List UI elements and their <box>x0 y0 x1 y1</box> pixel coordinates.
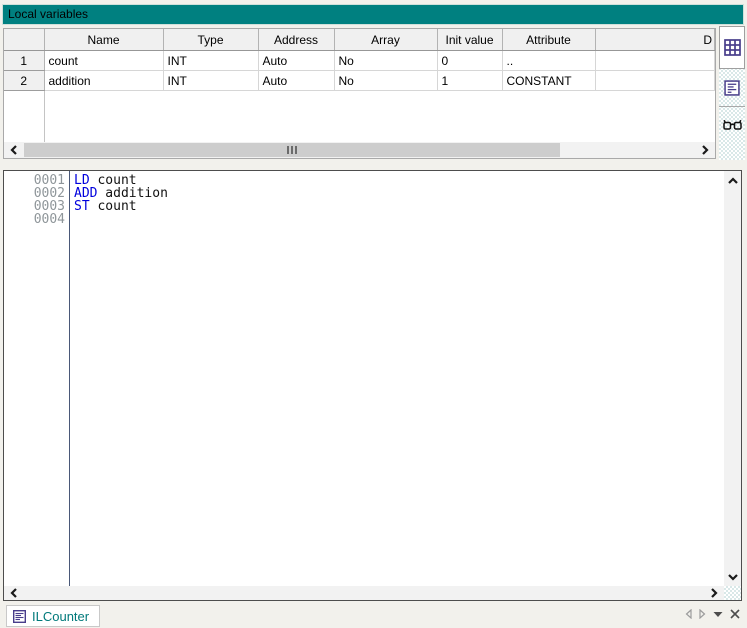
local-variables-titlebar[interactable]: Local variables <box>2 4 744 25</box>
cell-init-value[interactable]: 0 <box>437 51 502 71</box>
cell-attribute[interactable]: CONSTANT <box>502 71 595 91</box>
scroll-right-button[interactable] <box>706 585 722 601</box>
scroll-right-button[interactable] <box>697 142 713 158</box>
col-header-attribute[interactable]: Attribute <box>502 29 595 51</box>
triangle-down-icon <box>713 611 723 618</box>
line-number: 0004 <box>4 213 65 226</box>
document-lines-icon <box>724 80 740 96</box>
scroll-left-button[interactable] <box>6 585 22 601</box>
plc-ide-window: Local variables Name Type Address Array … <box>0 0 747 628</box>
cell-description[interactable] <box>595 71 715 91</box>
scroll-up-button[interactable] <box>724 173 741 188</box>
close-tab-button[interactable] <box>730 609 740 619</box>
titlebar-text: Local variables <box>8 7 88 21</box>
cell-name[interactable]: count <box>44 51 163 71</box>
code-line[interactable] <box>74 213 168 226</box>
table-row[interactable]: 1 count INT Auto No 0 .. <box>4 51 715 71</box>
il-code-editor[interactable]: 0001 0002 0003 0004 LDcount ADDaddition … <box>3 170 742 601</box>
comment-view-button[interactable] <box>719 72 745 104</box>
cell-name[interactable]: addition <box>44 71 163 91</box>
chevron-left-icon <box>10 145 18 155</box>
tab-scroll-left-button[interactable] <box>685 609 692 619</box>
binoculars-icon <box>723 119 742 131</box>
table-hscroll-thumb[interactable] <box>24 143 560 157</box>
row-number-cell[interactable]: 1 <box>4 51 44 71</box>
tab-ilcounter[interactable]: ILCounter <box>6 605 100 627</box>
triangle-right-icon <box>699 609 706 619</box>
close-icon <box>730 609 740 619</box>
table-header-row: Name Type Address Array Init value Attri… <box>4 29 715 51</box>
code-line[interactable]: ST count <box>74 200 168 213</box>
cell-description[interactable] <box>595 51 715 71</box>
cell-address[interactable]: Auto <box>258 71 334 91</box>
find-button[interactable] <box>719 108 745 142</box>
cell-attribute[interactable]: .. <box>502 51 595 71</box>
chevron-down-icon <box>728 573 738 581</box>
editor-horizontal-scrollbar[interactable] <box>4 586 724 600</box>
row-number-cell[interactable]: 2 <box>4 71 44 91</box>
il-keyword: ST <box>74 199 90 214</box>
chevron-up-icon <box>728 177 738 185</box>
col-header-rownum[interactable] <box>4 29 44 51</box>
tab-list-button[interactable] <box>713 611 723 618</box>
line-number-gutter: 0001 0002 0003 0004 <box>4 174 65 226</box>
row-header-divider-line <box>44 91 45 142</box>
col-header-name[interactable]: Name <box>44 29 163 51</box>
tab-label: ILCounter <box>32 609 89 624</box>
col-header-address[interactable]: Address <box>258 29 334 51</box>
table-row[interactable]: 2 addition INT Auto No 1 CONSTANT <box>4 71 715 91</box>
cell-init-value[interactable]: 1 <box>437 71 502 91</box>
col-header-type[interactable]: Type <box>163 29 258 51</box>
bottom-tab-bar: ILCounter <box>0 602 747 628</box>
editor-vertical-scrollbar[interactable] <box>724 171 741 586</box>
variable-table-panel: Name Type Address Array Init value Attri… <box>3 28 716 159</box>
toolbar-divider <box>719 106 745 107</box>
cell-type[interactable]: INT <box>163 71 258 91</box>
cell-address[interactable]: Auto <box>258 51 334 71</box>
chevron-left-icon <box>10 588 18 598</box>
il-operand: count <box>97 199 136 214</box>
tab-scroll-right-button[interactable] <box>699 609 706 619</box>
chevron-right-icon <box>710 588 718 598</box>
variable-grid-view-button[interactable] <box>719 26 745 69</box>
tab-navigation-controls <box>685 609 740 619</box>
scrollbar-corner <box>724 586 741 600</box>
right-toolbar <box>719 26 745 160</box>
table-horizontal-scrollbar[interactable] <box>4 142 715 158</box>
gutter-separator-line <box>69 171 70 586</box>
col-header-init-value[interactable]: Init value <box>437 29 502 51</box>
triangle-left-icon <box>685 609 692 619</box>
cell-type[interactable]: INT <box>163 51 258 71</box>
scroll-down-button[interactable] <box>724 569 741 584</box>
col-header-array[interactable]: Array <box>334 29 437 51</box>
cell-array[interactable]: No <box>334 71 437 91</box>
grid-table-icon <box>724 39 741 56</box>
cell-array[interactable]: No <box>334 51 437 71</box>
scroll-left-button[interactable] <box>6 142 22 158</box>
il-program-icon <box>13 610 26 623</box>
col-header-description[interactable]: D <box>595 29 715 51</box>
chevron-right-icon <box>701 145 709 155</box>
code-area[interactable]: LDcount ADDaddition STcount <box>74 174 168 226</box>
local-variables-table: Name Type Address Array Init value Attri… <box>4 29 715 91</box>
